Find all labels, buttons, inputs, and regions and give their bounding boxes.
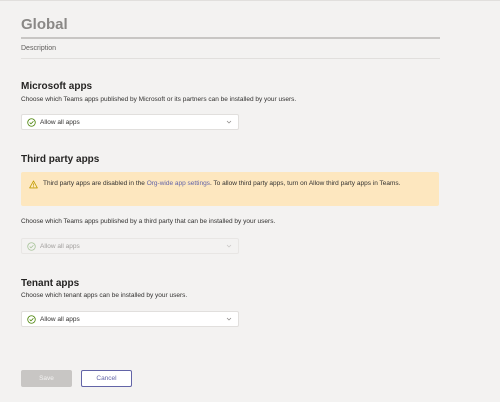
policy-panel: Global Description Microsoft apps Choose… xyxy=(0,0,500,402)
save-button[interactable]: Save xyxy=(21,370,72,387)
third-party-apps-title: Third party apps xyxy=(21,154,100,165)
tenant-apps-title: Tenant apps xyxy=(21,278,80,289)
tenant-apps-dropdown-value: Allow all apps xyxy=(40,315,80,323)
tenant-apps-subtitle: Choose which tenant apps can be installe… xyxy=(21,292,188,299)
policy-name-field[interactable]: Global xyxy=(21,11,440,39)
cancel-button[interactable]: Cancel xyxy=(81,370,132,387)
chevron-down-icon xyxy=(226,244,232,248)
microsoft-apps-title: Microsoft apps xyxy=(21,81,93,92)
description-placeholder: Description xyxy=(21,45,57,52)
chevron-down-icon xyxy=(226,120,232,124)
chevron-down-icon xyxy=(226,317,232,321)
tenant-apps-dropdown[interactable]: Allow all apps xyxy=(21,311,239,327)
third-party-warning-banner: Third party apps are disabled in the Org… xyxy=(21,172,439,206)
description-field[interactable]: Description xyxy=(21,41,440,59)
check-circle-icon xyxy=(27,314,36,324)
third-party-apps-dropdown-value: Allow all apps xyxy=(40,242,80,250)
banner-message: Third party apps are disabled in the Org… xyxy=(43,179,433,189)
microsoft-apps-subtitle: Choose which Teams apps published by Mic… xyxy=(21,96,297,103)
third-party-apps-dropdown[interactable]: Allow all apps xyxy=(21,238,239,254)
check-circle-icon xyxy=(27,241,36,251)
banner-text-after: . To allow third party apps, turn on All… xyxy=(209,180,401,187)
banner-text-before: Third party apps are disabled in the xyxy=(43,180,147,187)
warning-icon xyxy=(29,180,38,189)
policy-name-text: Global xyxy=(21,16,68,33)
third-party-apps-subtitle: Choose which Teams apps published by a t… xyxy=(21,218,276,225)
microsoft-apps-dropdown[interactable]: Allow all apps xyxy=(21,114,239,130)
org-wide-settings-link[interactable]: Org-wide app settings xyxy=(147,180,210,187)
microsoft-apps-dropdown-value: Allow all apps xyxy=(40,118,80,126)
check-circle-icon xyxy=(27,117,36,127)
